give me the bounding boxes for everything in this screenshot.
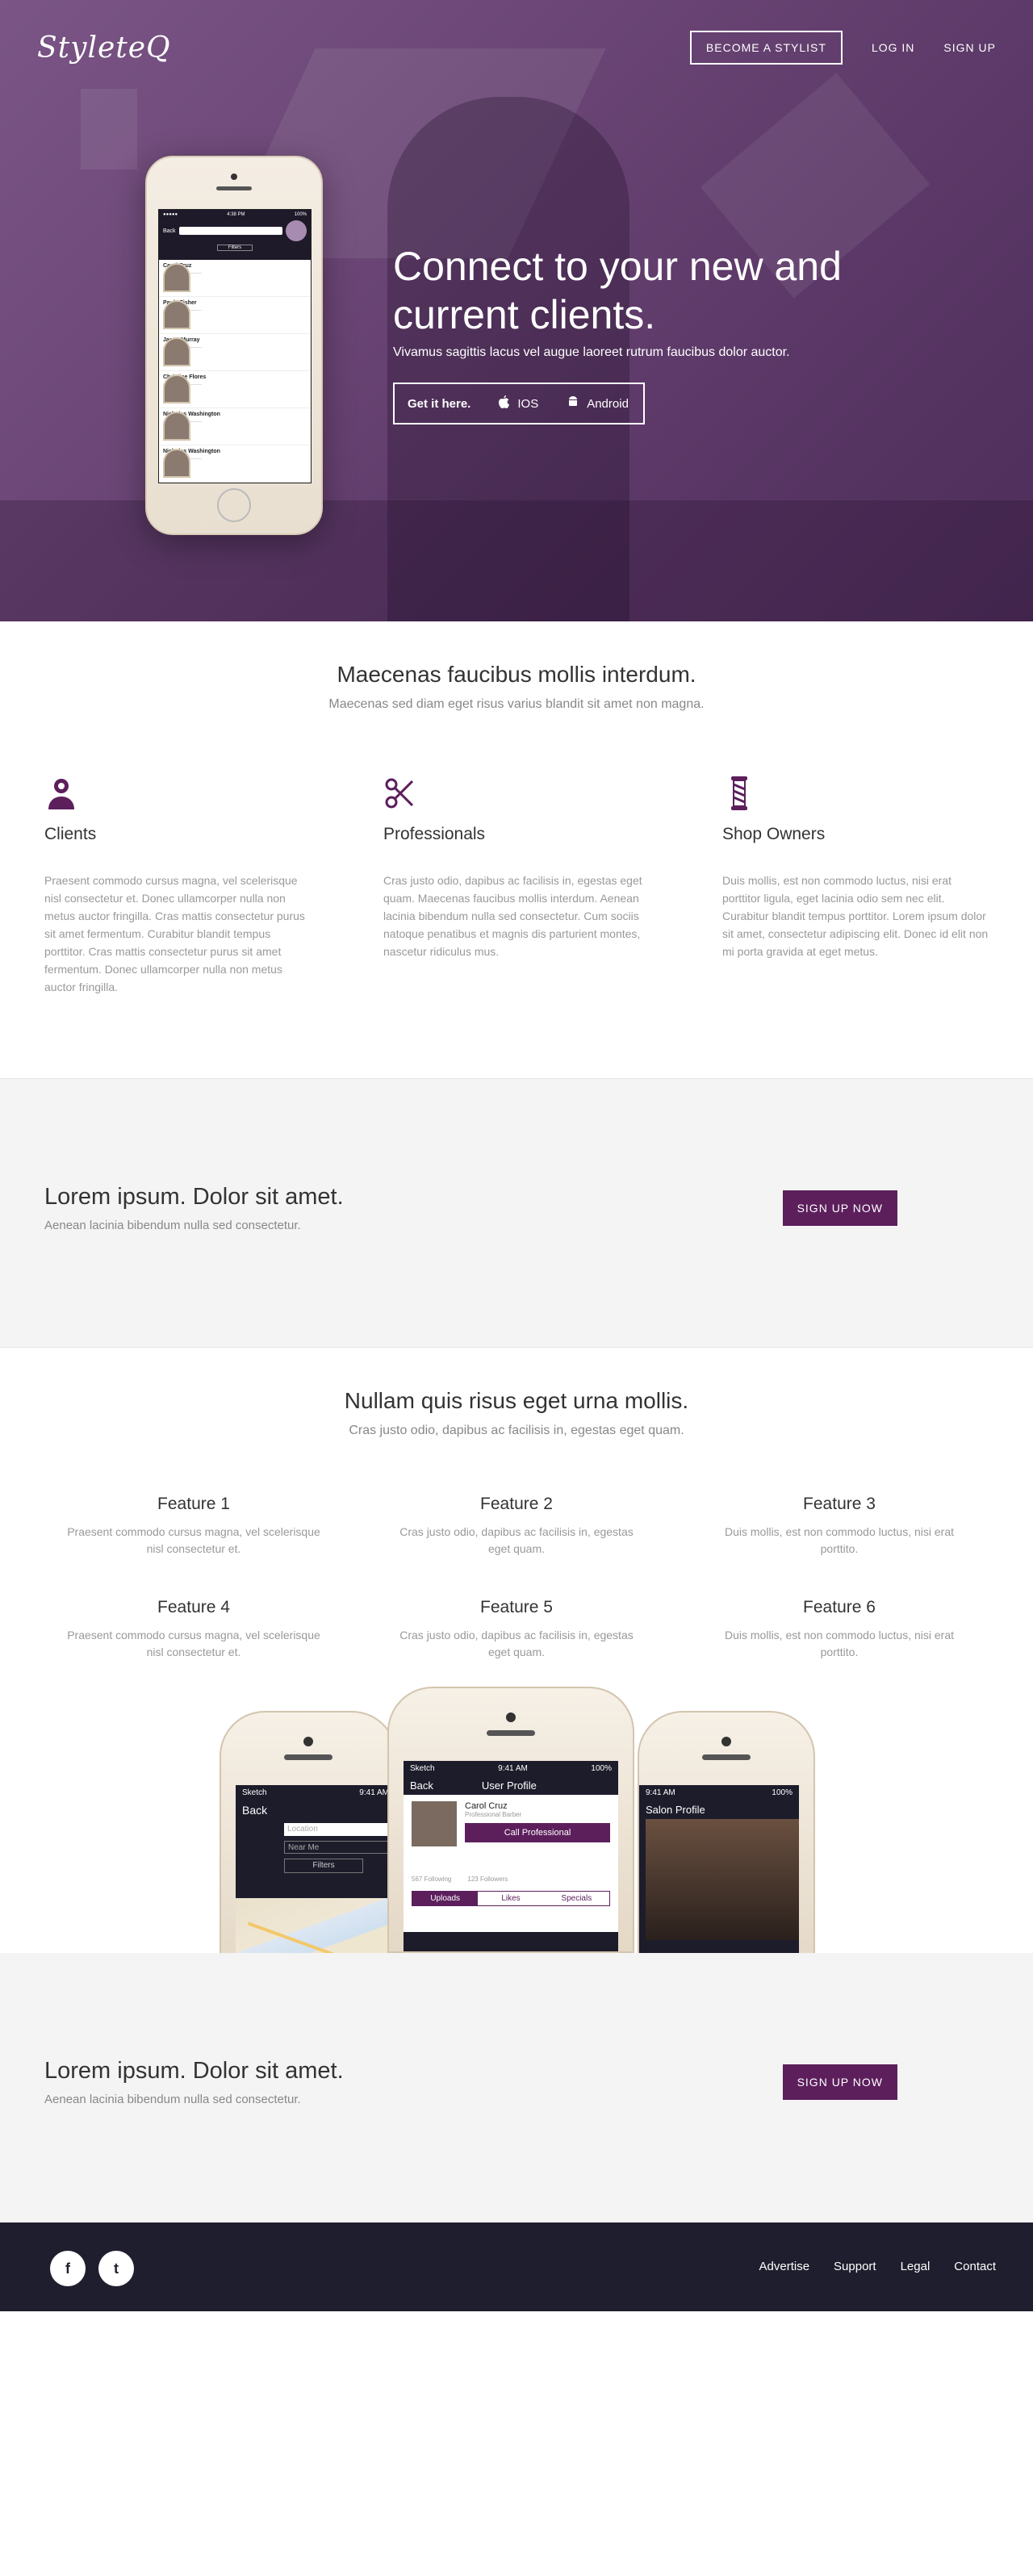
list-item: Christine Flores——— ——— ———— ——— [159,371,311,408]
become-stylist-button[interactable]: BECOME A STYLIST [689,31,843,65]
professionals-column: Professionals Cras justo odio, dapibus a… [383,776,650,996]
facebook-icon[interactable]: f [50,2251,86,2286]
column-text: Duis mollis, est non commodo luctus, nis… [722,874,989,958]
map [236,1898,395,1953]
phone-center-profile: Sketch 9:41 AM 100% Back User Profile Carol… [387,1687,634,1953]
filters-button: Filters [217,245,253,251]
android-icon [567,395,579,412]
app-screenshots: Sketch 9:41 AM Back Location Near Me Filt… [0,1687,1033,1953]
column-title: Professionals [383,825,486,843]
phone-right-salon: 9:41 AM 100% Salon Profile [638,1711,815,1953]
column-text: Cras justo odio, dapibus ac facilisis in… [383,874,642,958]
back-button: Back [242,1804,268,1817]
feature-item: Feature 1 Praesent commodo cursus magna, … [67,1495,320,1555]
home-button [217,488,251,522]
features-section: Nullam quis risus eget urna mollis. Cras… [0,1348,1033,1687]
list-item: Carol Cruz——— ——— ———— ——— [159,260,311,297]
column-title: Shop Owners [722,825,826,843]
phone-left-map: Sketch 9:41 AM Back Location Near Me Filt… [220,1711,397,1953]
sign-up-now-button[interactable]: SIGN UP NOW [782,1190,897,1226]
ios-button[interactable]: IOS [483,395,553,412]
android-button[interactable]: Android [553,395,643,412]
get-it-label: Get it here. [408,396,471,411]
hero-subtitle: Vivamus sagittis lacus vel augue laoreet… [393,345,790,359]
cta-subtitle: Aenean lacinia bibendum nulla sed consec… [44,2093,301,2106]
sign-up-now-button[interactable]: SIGN UP NOW [782,2064,897,2100]
avatar [412,1801,457,1846]
logo[interactable]: StyleteQ [37,31,171,65]
clients-column: Clients Praesent commodo cursus magna, v… [44,776,311,996]
footer-link-advertise[interactable]: Advertise [759,2260,810,2273]
feature-item: Feature 2 Cras justo odio, dapibus ac fac… [399,1495,634,1555]
list-item: Nicholas Washington——— ——— ———— ——— [159,408,311,445]
column-title: Clients [44,825,97,843]
hero-title: Connect to your new and current clients. [393,244,842,337]
feature-item: Feature 6 Duis mollis, est non commodo lu… [725,1598,954,1658]
back-button: Back [410,1779,433,1792]
shop-owners-column: Shop Owners Duis mollis, est non commodo… [722,776,989,996]
intro-section: Maecenas faucibus mollis interdum. Maece… [0,621,1033,1078]
footer-link-support[interactable]: Support [834,2260,876,2273]
section-subtitle: Cras justo odio, dapibus ac facilisis in… [349,1424,684,1437]
user-icon [44,776,78,810]
feature-item: Feature 5 Cras justo odio, dapibus ac fac… [399,1598,634,1658]
signup-link[interactable]: SIGN UP [943,41,996,54]
section-subtitle: Maecenas sed diam eget risus varius blan… [328,697,705,711]
tab-uploads: Uploads [412,1892,479,1905]
list-item: Paula Fisher——— ——— ———— ——— [159,297,311,334]
phone-screen: ●●●●●4:38 PM100% Back Filters Carol Cruz… [158,209,312,483]
footer: f t Advertise Support Legal Contact [0,2223,1033,2311]
cta-title: Lorem ipsum. Dolor sit amet. [44,2058,344,2084]
store-buttons: Get it here. IOS Android [393,383,645,424]
section-title: Nullam quis risus eget urna mollis. [344,1388,689,1413]
cta-subtitle: Aenean lacinia bibendum nulla sed consec… [44,1219,301,1232]
back-button: Back [163,228,176,234]
scissors-icon [383,776,417,810]
call-professional-button: Call Professional [465,1823,610,1842]
cta-section: Lorem ipsum. Dolor sit amet. Aenean laci… [0,1078,1033,1348]
cta-title: Lorem ipsum. Dolor sit amet. [44,1184,344,1210]
footer-link-legal[interactable]: Legal [901,2260,931,2273]
feature-item: Feature 3 Duis mollis, est non commodo lu… [725,1495,954,1555]
cta-section-2: Lorem ipsum. Dolor sit amet. Aenean laci… [0,1953,1033,2223]
twitter-icon[interactable]: t [98,2251,134,2286]
hero: StyleteQ BECOME A STYLIST LOG IN SIGN UP… [0,0,1033,621]
barber-pole-icon [722,776,756,810]
list-item: Nicholas Washington——— ——— ——— [159,445,311,483]
footer-link-contact[interactable]: Contact [954,2260,996,2273]
top-nav: StyleteQ BECOME A STYLIST LOG IN SIGN UP [37,31,996,65]
avatar [286,220,307,241]
hero-phone-mockup: ●●●●●4:38 PM100% Back Filters Carol Cruz… [145,156,323,535]
filters-button: Filters [284,1859,363,1873]
column-text: Praesent commodo cursus magna, vel scele… [44,874,305,993]
list-item: Jason Murray——— ——— ———— ——— [159,334,311,371]
apple-icon [498,395,510,412]
feature-item: Feature 4 Praesent commodo cursus magna, … [67,1598,320,1658]
tab-likes: Likes [478,1892,544,1905]
tab-specials: Specials [543,1892,609,1905]
login-link[interactable]: LOG IN [872,41,914,54]
section-title: Maecenas faucibus mollis interdum. [337,662,696,687]
